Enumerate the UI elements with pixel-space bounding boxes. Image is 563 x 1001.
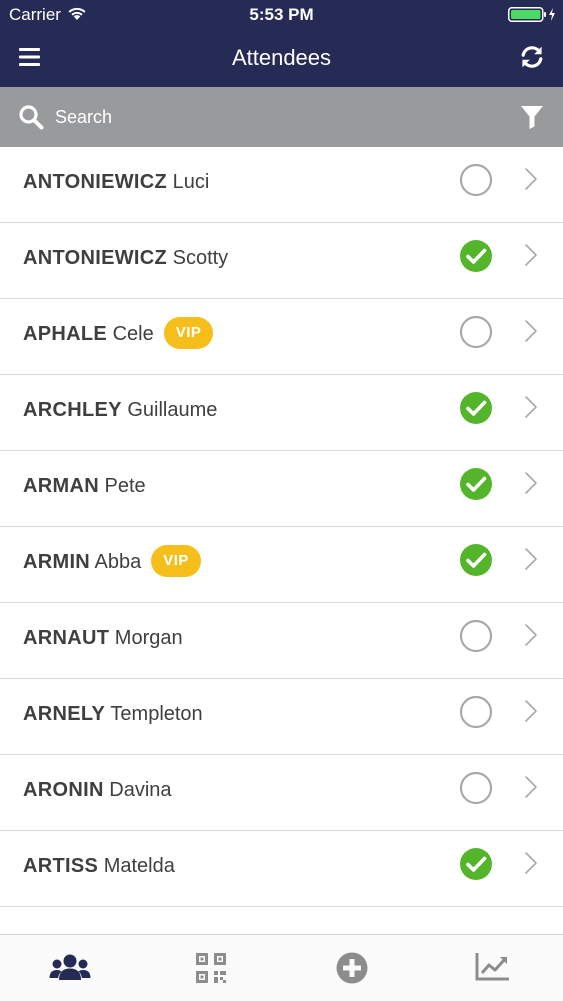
attendee-last-name: ARMIN: [23, 551, 91, 573]
users-icon: [49, 954, 91, 980]
unchecked-circle-icon[interactable]: [459, 771, 493, 805]
chevron-right-icon: [525, 396, 537, 418]
search-bar: [0, 87, 563, 147]
attendee-first-name: Scotty: [172, 247, 229, 269]
checked-in-icon[interactable]: [459, 391, 493, 425]
app-header: Carrier 5:53 PM Attendees: [0, 0, 563, 87]
checked-in-icon[interactable]: [459, 847, 493, 881]
attendee-name: ARMIN Abba VIP: [23, 527, 201, 602]
attendee-last-name: ARNELY: [23, 703, 106, 725]
chevron-right-icon: [525, 320, 537, 342]
status-bar: Carrier 5:53 PM: [0, 0, 563, 30]
attendee-last-name: ARMAN: [23, 475, 99, 497]
attendee-last-name: ARCHLEY: [23, 399, 122, 421]
tab-stats[interactable]: [423, 935, 563, 1001]
tab-add[interactable]: [282, 935, 422, 1001]
attendee-first-name: Abba: [94, 551, 142, 573]
attendee-first-name: Cele: [112, 323, 154, 345]
chevron-right-icon: [525, 852, 537, 874]
attendee-name: ARNAUT Morgan: [23, 603, 183, 678]
attendee-last-name: ARONIN: [23, 779, 104, 801]
chevron-right-icon: [525, 624, 537, 646]
attendee-first-name: Matelda: [103, 855, 175, 877]
attendee-row[interactable]: ANTONIEWICZ Luci: [0, 147, 563, 223]
attendee-first-name: Luci: [172, 171, 210, 193]
line-chart-icon: [475, 953, 509, 981]
attendee-first-name: Guillaume: [127, 399, 218, 421]
attendee-row[interactable]: ARMIN Abba VIP: [0, 527, 563, 603]
attendee-name: ARTISS Matelda: [23, 831, 175, 906]
attendee-row[interactable]: APHALE Cele VIP: [0, 299, 563, 375]
attendee-name: APHALE Cele VIP: [23, 299, 214, 374]
attendee-first-name: Templeton: [110, 703, 203, 725]
search-input[interactable]: [55, 101, 495, 133]
attendee-list: ANTONIEWICZ Luci ANTONIEWICZ Scotty APHALE…: [0, 147, 563, 934]
checked-in-icon[interactable]: [459, 467, 493, 501]
qr-code-icon: [196, 953, 226, 983]
attendee-last-name: ANTONIEWICZ: [23, 247, 168, 269]
attendee-row[interactable]: ARNAUT Morgan: [0, 603, 563, 679]
unchecked-circle-icon[interactable]: [459, 315, 493, 349]
attendee-last-name: APHALE: [23, 323, 108, 345]
search-icon: [19, 105, 44, 130]
vip-badge: VIP: [163, 316, 214, 349]
chevron-right-icon: [525, 168, 537, 190]
status-time: 5:53 PM: [249, 5, 314, 24]
attendee-first-name: Morgan: [114, 627, 183, 649]
chevron-right-icon: [525, 548, 537, 570]
chevron-right-icon: [525, 472, 537, 494]
attendee-row[interactable]: ARNELY Templeton: [0, 679, 563, 755]
checked-in-icon[interactable]: [459, 239, 493, 273]
navigation-bar: Attendees: [0, 30, 563, 87]
attendee-first-name: Pete: [104, 475, 146, 497]
unchecked-circle-icon[interactable]: [459, 619, 493, 653]
tab-attendees[interactable]: [0, 935, 140, 1001]
attendee-name: ARNELY Templeton: [23, 679, 203, 754]
battery-icon: [508, 7, 555, 22]
chevron-right-icon: [525, 776, 537, 798]
attendee-row[interactable]: ANTONIEWICZ Scotty: [0, 223, 563, 299]
checked-in-icon[interactable]: [459, 543, 493, 577]
tab-scan[interactable]: [141, 935, 281, 1001]
attendee-last-name: ARNAUT: [23, 627, 110, 649]
vip-badge: VIP: [151, 544, 201, 577]
attendee-row[interactable]: ARTISS Matelda: [0, 831, 563, 907]
attendee-row[interactable]: ARONIN Davina: [0, 755, 563, 831]
tab-bar: [0, 934, 563, 1001]
attendee-last-name: ARTISS: [23, 855, 99, 877]
unchecked-circle-icon[interactable]: [459, 695, 493, 729]
attendee-name: ANTONIEWICZ Scotty: [23, 223, 228, 298]
attendee-name: ARCHLEY Guillaume: [23, 375, 217, 450]
chevron-right-icon: [525, 244, 537, 266]
plus-circle-icon: [336, 952, 368, 984]
page-title: Attendees: [231, 45, 332, 70]
filter-icon[interactable]: [520, 104, 544, 130]
attendee-row[interactable]: ARCHLEY Guillaume: [0, 375, 563, 451]
unchecked-circle-icon[interactable]: [459, 163, 493, 197]
attendee-name: ANTONIEWICZ Luci: [23, 147, 209, 222]
chevron-right-icon: [525, 700, 537, 722]
attendee-first-name: Davina: [109, 779, 172, 801]
refresh-icon[interactable]: [518, 43, 546, 71]
attendee-row[interactable]: ARMAN Pete: [0, 451, 563, 527]
attendee-name: ARONIN Davina: [23, 755, 172, 830]
attendee-name: ARMAN Pete: [23, 451, 146, 526]
attendee-last-name: ANTONIEWICZ: [23, 171, 168, 193]
